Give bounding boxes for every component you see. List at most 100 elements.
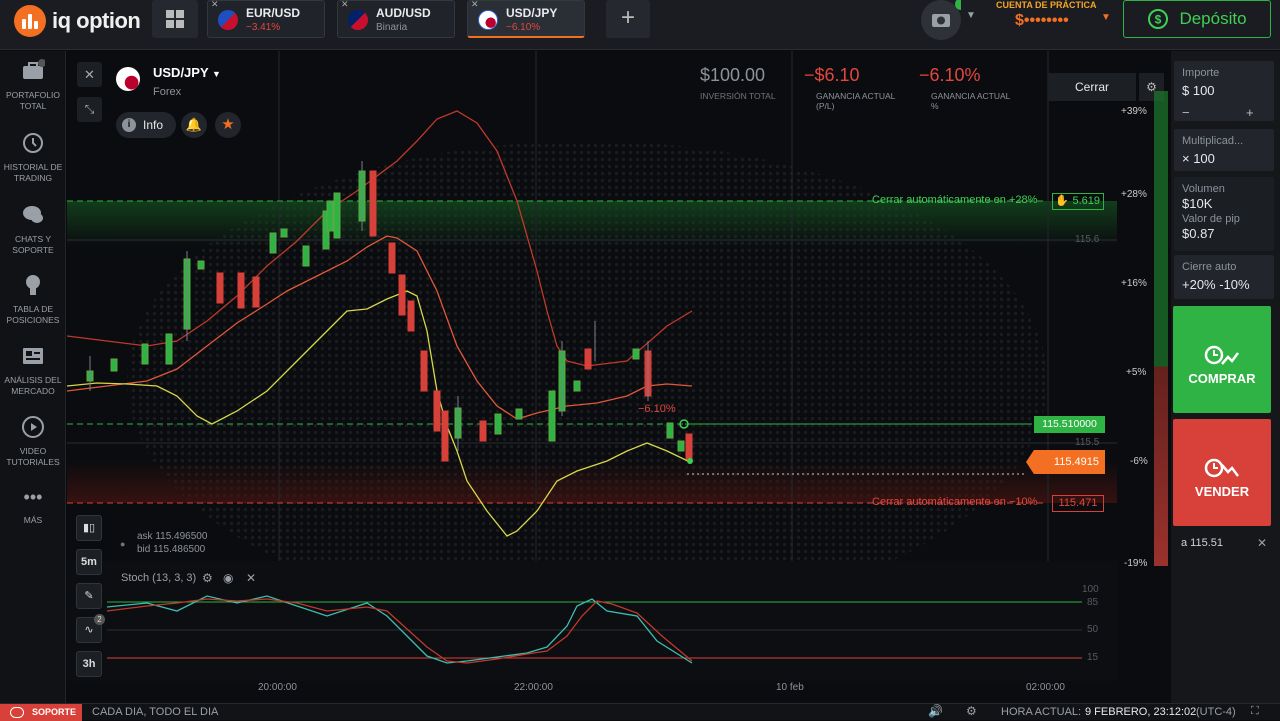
info-button[interactable]: i Info xyxy=(116,112,176,138)
add-tab-button[interactable]: + xyxy=(606,0,650,38)
timeframe-button[interactable]: 5m xyxy=(76,549,102,575)
nav-label: CHATS Y SOPORTE xyxy=(12,234,54,255)
chart-area[interactable]: ✕ ⤡ USD/JPY ▼ Forex i Info 🔔 ★ $100.00 I… xyxy=(67,51,1170,703)
auto-close-field[interactable]: Cierre auto +20% -10% xyxy=(1174,255,1274,299)
collapse-icon: ⤡ xyxy=(84,102,95,116)
tab-eurusd[interactable]: ✕ EUR/USD −3.41% xyxy=(207,0,325,38)
nav-tutorials[interactable]: VIDEO TUTORIALES xyxy=(0,415,66,468)
take-profit-zone xyxy=(67,201,1117,246)
alert-button[interactable]: 🔔 xyxy=(181,112,207,138)
close-tab-icon[interactable]: ✕ xyxy=(471,0,479,10)
wave-icon: ∿ xyxy=(84,624,94,636)
multiplier-label: Multiplicad... xyxy=(1182,135,1244,147)
profit-label: GANANCIA ACTUAL (P/L) xyxy=(816,91,896,111)
pip-value: $0.87 xyxy=(1182,226,1215,241)
close-icon[interactable]: ✕ xyxy=(1257,536,1267,550)
nav-analysis[interactable]: ANÁLISIS DEL MERCADO xyxy=(0,344,66,397)
plus-button[interactable]: + xyxy=(1246,105,1254,120)
current-price-tag: 115.4915 xyxy=(1026,450,1105,474)
amount-label: Importe xyxy=(1182,67,1220,79)
star-icon: ★ xyxy=(221,116,235,133)
camera-icon xyxy=(932,0,967,27)
buy-button[interactable]: COMPRAR xyxy=(1173,306,1271,413)
pip-label: Valor de pip xyxy=(1182,213,1240,225)
time-value: 9 FEBRERO, 23:12:02 xyxy=(1085,706,1197,718)
indicators-button[interactable]: ∿ 2 xyxy=(76,614,105,643)
nav-history[interactable]: HISTORIAL DE TRADING xyxy=(0,131,66,184)
favorite-button[interactable]: ★ xyxy=(215,112,241,138)
volume-icon[interactable]: 🔊 xyxy=(928,704,943,718)
pct-tick: -6% xyxy=(1130,456,1148,467)
remove-indicator-icon[interactable]: ✕ xyxy=(246,571,256,585)
chart-type-button[interactable]: ▮▯ xyxy=(76,515,102,541)
price-level: 115.5 xyxy=(1075,437,1100,448)
all-assets-button[interactable] xyxy=(152,0,198,38)
minus-button[interactable]: − xyxy=(1182,105,1190,120)
hand-cursor-icon: ✋ xyxy=(1055,195,1069,207)
screenshot-button[interactable] xyxy=(921,0,967,40)
balance[interactable]: $•••••••• xyxy=(1015,12,1069,30)
trade-pct-label: −6.10% xyxy=(638,403,676,415)
svg-text:$: $ xyxy=(1155,13,1162,27)
tab-name: AUD/USD xyxy=(376,6,431,20)
collapse-chart-button[interactable]: ⤡ xyxy=(77,97,102,122)
tab-usdjpy[interactable]: ✕ USD/JPY −6.10% xyxy=(467,0,585,38)
more-icon: ••• xyxy=(23,487,43,507)
trophy-icon xyxy=(26,275,40,295)
fullscreen-icon[interactable]: ⛶ xyxy=(1251,705,1259,718)
price-chart[interactable] xyxy=(67,51,1170,703)
gear-icon[interactable]: ⚙ xyxy=(966,704,977,718)
nav-label: MÁS xyxy=(23,515,43,525)
close-chart-button[interactable]: ✕ xyxy=(77,62,102,87)
nav-label: PORTAFOLIO TOTAL xyxy=(5,90,60,111)
logo[interactable]: iq option xyxy=(14,5,141,37)
nav-chat[interactable]: CHATS Y SOPORTE xyxy=(0,203,66,256)
stoch-tick: 85 xyxy=(1087,597,1099,608)
time-tick: 20:00:00 xyxy=(258,682,297,693)
asset-name[interactable]: USD/JPY ▼ xyxy=(153,65,221,80)
drawing-tools-button[interactable]: ✎ xyxy=(76,583,102,609)
bid-price: bid 115.486500 xyxy=(137,544,206,555)
period-button[interactable]: 3h xyxy=(76,651,102,677)
nav-leaderboard[interactable]: TABLA DE POSICIONES xyxy=(0,273,66,326)
chat-icon xyxy=(23,206,43,223)
pct-tick: +39% xyxy=(1121,106,1147,117)
chat-bubble-icon xyxy=(10,707,24,718)
eurusd-flag-icon xyxy=(218,10,238,30)
deposit-button[interactable]: $ Depósito xyxy=(1123,0,1271,38)
eye-icon[interactable]: ◉ xyxy=(223,571,233,585)
amount-field[interactable]: Importe $ 100 − + xyxy=(1174,61,1274,121)
nav-label: VIDEO TUTORIALES xyxy=(6,446,60,467)
close-tab-icon[interactable]: ✕ xyxy=(211,0,219,10)
nav-label: HISTORIAL DE TRADING xyxy=(3,162,63,183)
volume-label: Volumen xyxy=(1182,183,1225,195)
support-button[interactable]: SOPORTE xyxy=(0,704,82,721)
info-icon: i xyxy=(122,118,136,132)
left-nav: PORTAFOLIO TOTAL HISTORIAL DE TRADING CH… xyxy=(0,51,66,703)
stoch-tick: 50 xyxy=(1087,624,1099,635)
tab-sub: −3.41% xyxy=(246,22,281,33)
multiplier-field[interactable]: Multiplicad... × 100 xyxy=(1174,129,1274,171)
amount-value[interactable]: $ 100 xyxy=(1182,83,1266,98)
stop-loss-value[interactable]: 115.471 xyxy=(1052,495,1104,512)
close-tab-icon[interactable]: ✕ xyxy=(341,0,349,10)
close-position-button[interactable]: Cerrar xyxy=(1048,73,1136,101)
buy-label: COMPRAR xyxy=(1188,371,1256,386)
nav-portfolio[interactable]: PORTAFOLIO TOTAL xyxy=(0,59,66,112)
take-profit-value[interactable]: ✋ 5.619 xyxy=(1052,193,1104,210)
nav-more[interactable]: ••• MÁS xyxy=(0,487,66,526)
account-dropdown-icon[interactable]: ▼ xyxy=(1101,12,1111,23)
logo-text: iq option xyxy=(52,8,141,33)
indicator-settings-icon[interactable]: ⚙ xyxy=(202,571,213,585)
practice-account-label: CUENTA DE PRÁCTICA xyxy=(996,0,1097,10)
usdjpy-flag-icon xyxy=(478,10,498,30)
entry-price-tag: 115.510000 xyxy=(1034,416,1105,433)
sell-button[interactable]: VENDER xyxy=(1173,419,1271,526)
tab-audusd[interactable]: ✕ AUD/USD Binaria xyxy=(337,0,455,38)
ask-price: ask 115.496500 xyxy=(137,531,208,542)
top-bar: iq option ✕ EUR/USD −3.41% ✕ AUD/USD Bin… xyxy=(0,0,1280,50)
chevron-down-icon[interactable]: ▼ xyxy=(966,10,976,21)
pencil-icon: ✎ xyxy=(84,590,94,602)
pct-tick: +16% xyxy=(1121,278,1147,289)
profit-pct-label: GANANCIA ACTUAL % xyxy=(931,91,1011,111)
